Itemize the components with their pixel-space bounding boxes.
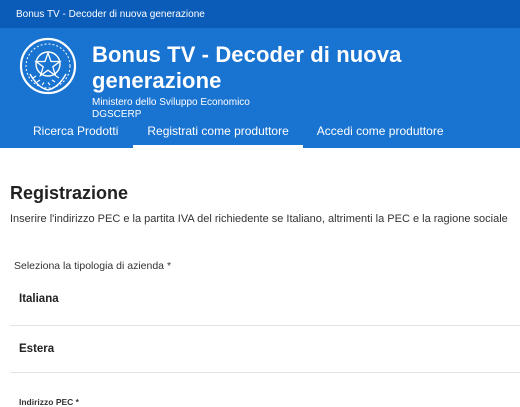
brand-text: Bonus TV - Decoder di nuova generazione … xyxy=(92,42,520,121)
top-bar: Bonus TV - Decoder di nuova generazione xyxy=(0,0,520,28)
italian-republic-emblem-icon xyxy=(19,37,77,95)
company-type-option-estera[interactable]: Estera xyxy=(10,326,520,373)
ministry-name: Ministero dello Sviluppo Economico xyxy=(92,97,250,108)
main-nav: Ricerca Prodotti Registrati come produtt… xyxy=(0,120,458,148)
main-content: Registrazione Inserire l'indirizzo PEC e… xyxy=(0,148,520,407)
site-header: Bonus TV - Decoder di nuova generazione … xyxy=(0,28,520,148)
page-title: Registrazione xyxy=(10,183,129,203)
pec-field-label: Indirizzo PEC * xyxy=(19,397,79,407)
nav-ricerca-prodotti[interactable]: Ricerca Prodotti xyxy=(0,120,133,148)
company-type-option-italiana[interactable]: Italiana xyxy=(10,272,520,326)
site-title: Bonus TV - Decoder di nuova generazione xyxy=(92,42,402,93)
nav-registrati-produttore[interactable]: Registrati come produttore xyxy=(133,120,303,148)
brand: Bonus TV - Decoder di nuova generazione … xyxy=(18,36,520,121)
nav-accedi-produttore[interactable]: Accedi come produttore xyxy=(303,120,458,148)
top-bar-title: Bonus TV - Decoder di nuova generazione xyxy=(16,8,205,20)
instructions-text: Inserire l'indirizzo PEC e la partita IV… xyxy=(10,213,508,225)
company-type-label: Seleziona la tipologia di azienda * xyxy=(14,260,172,272)
